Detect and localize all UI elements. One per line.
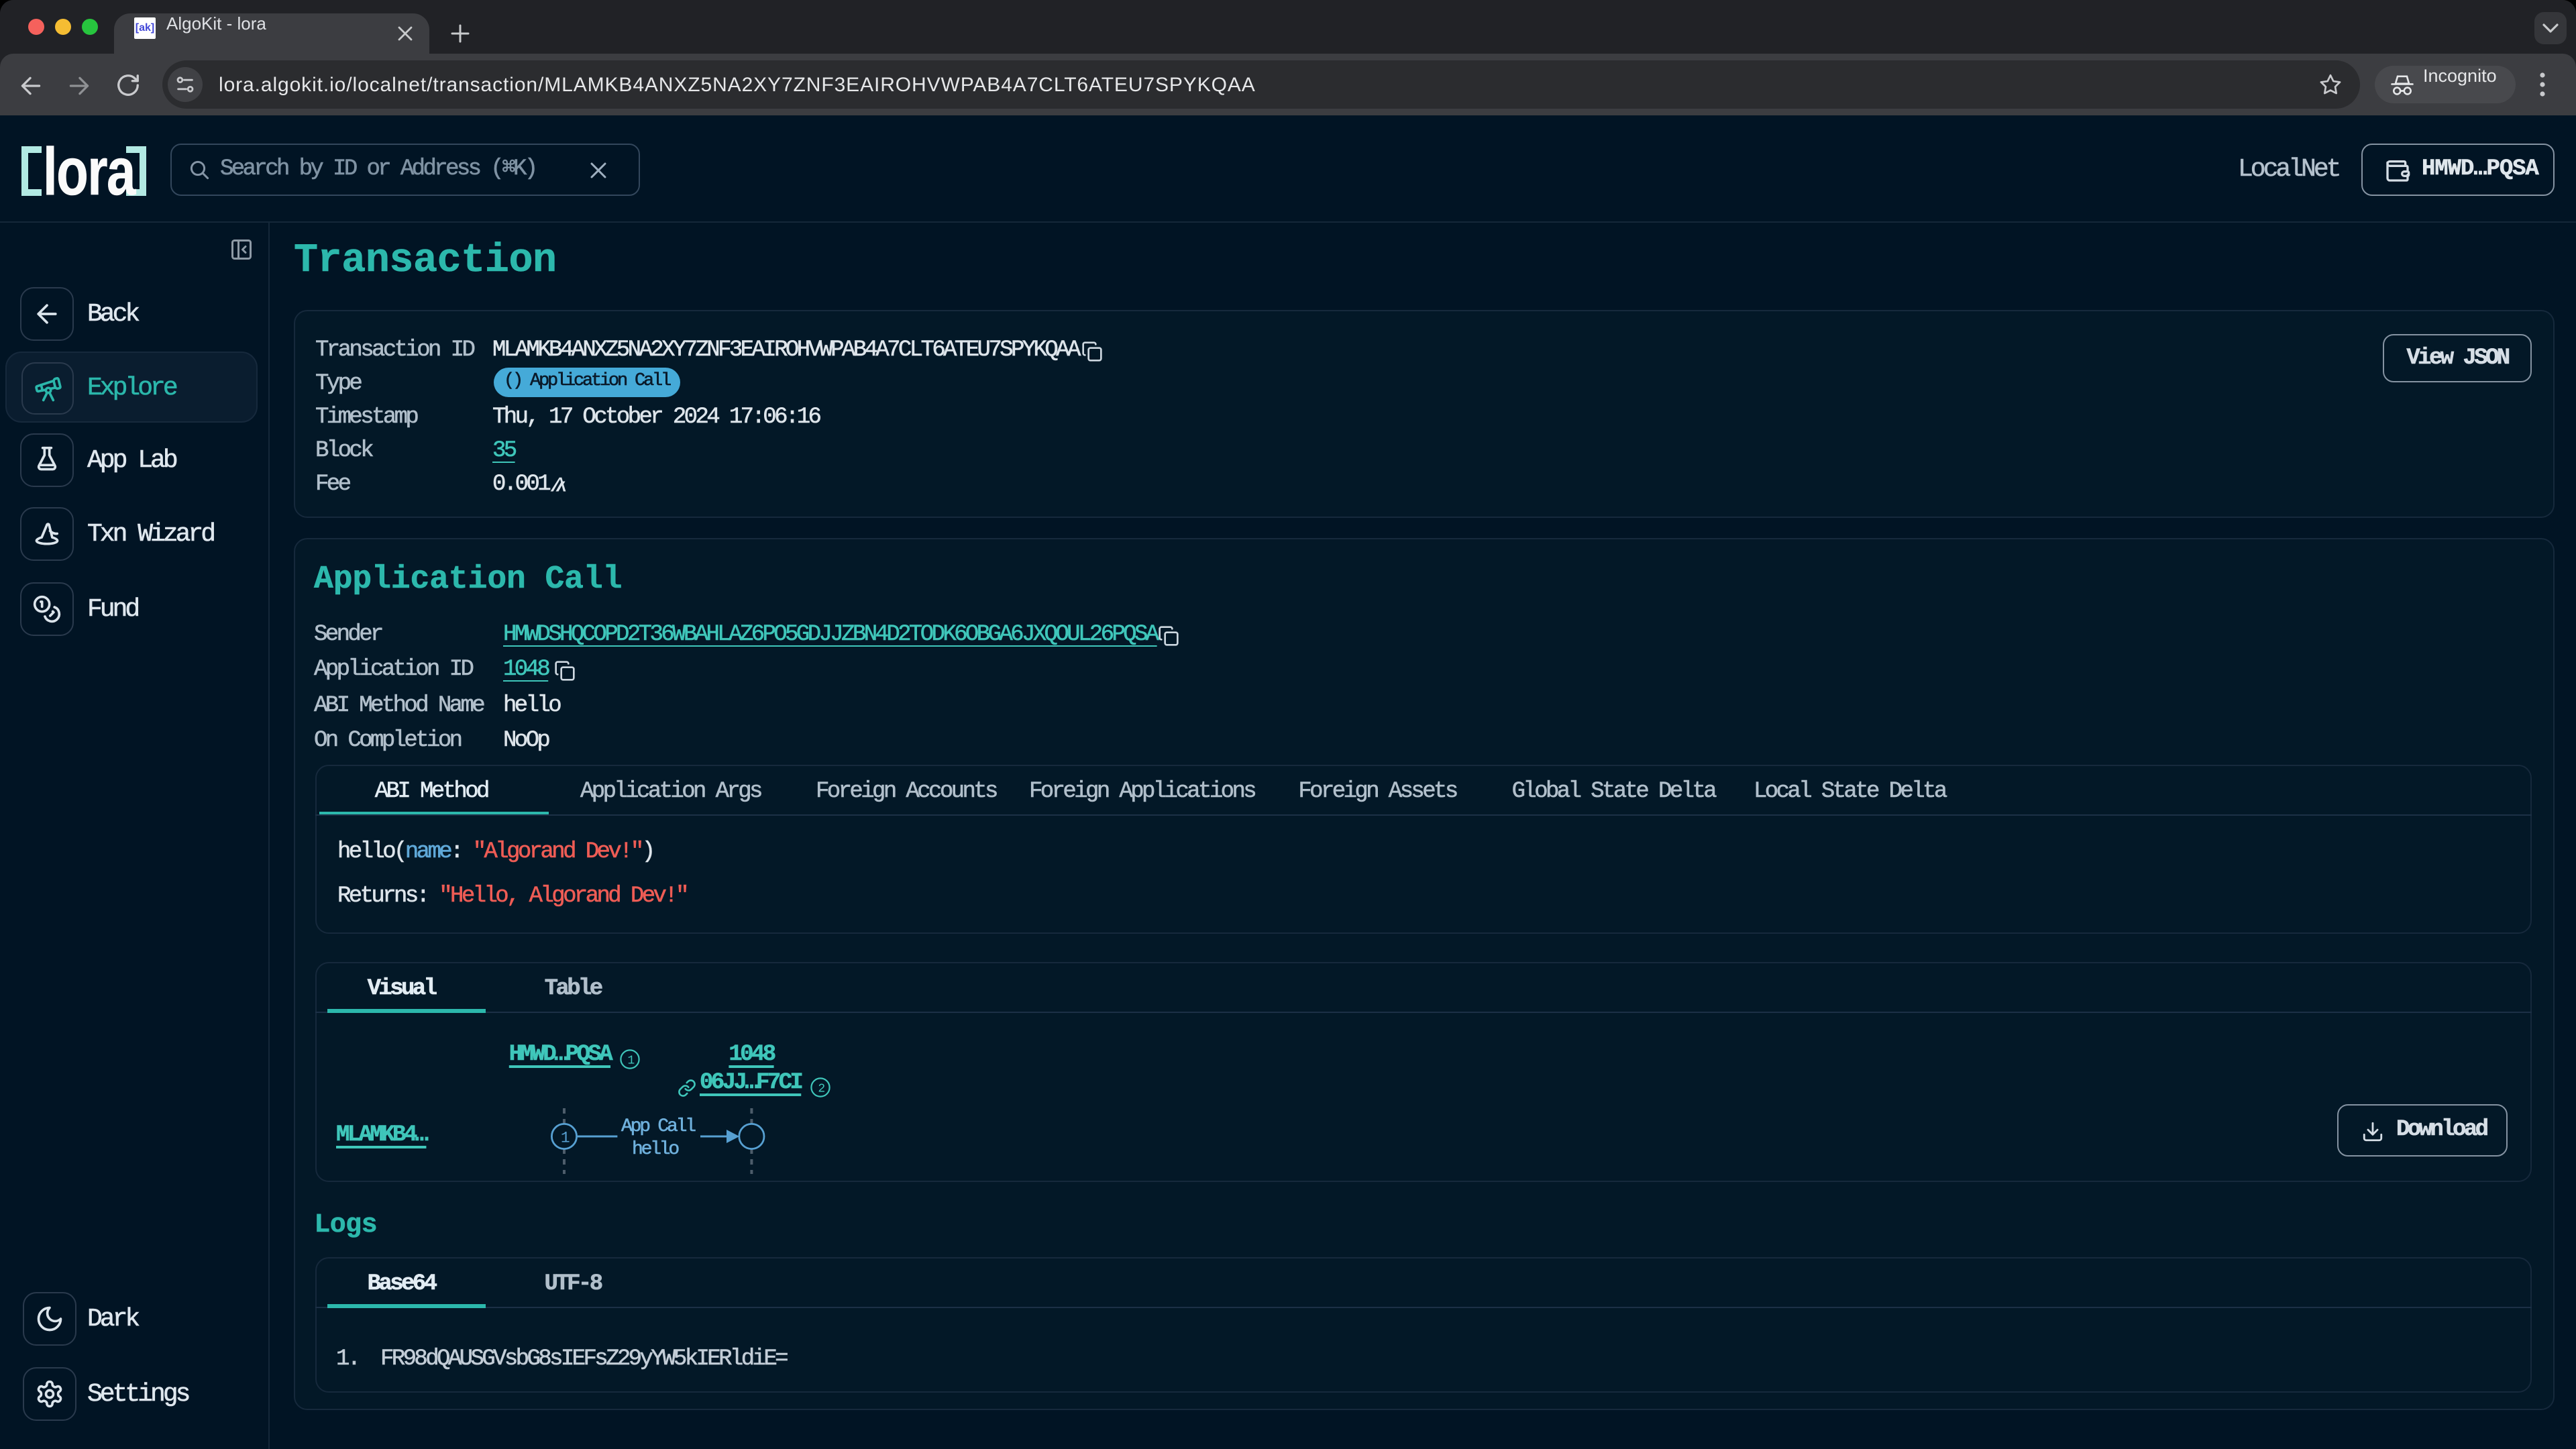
svg-text:1: 1 <box>627 1054 634 1067</box>
svg-text:1: 1 <box>561 1129 570 1146</box>
svg-text:2: 2 <box>817 1083 824 1096</box>
